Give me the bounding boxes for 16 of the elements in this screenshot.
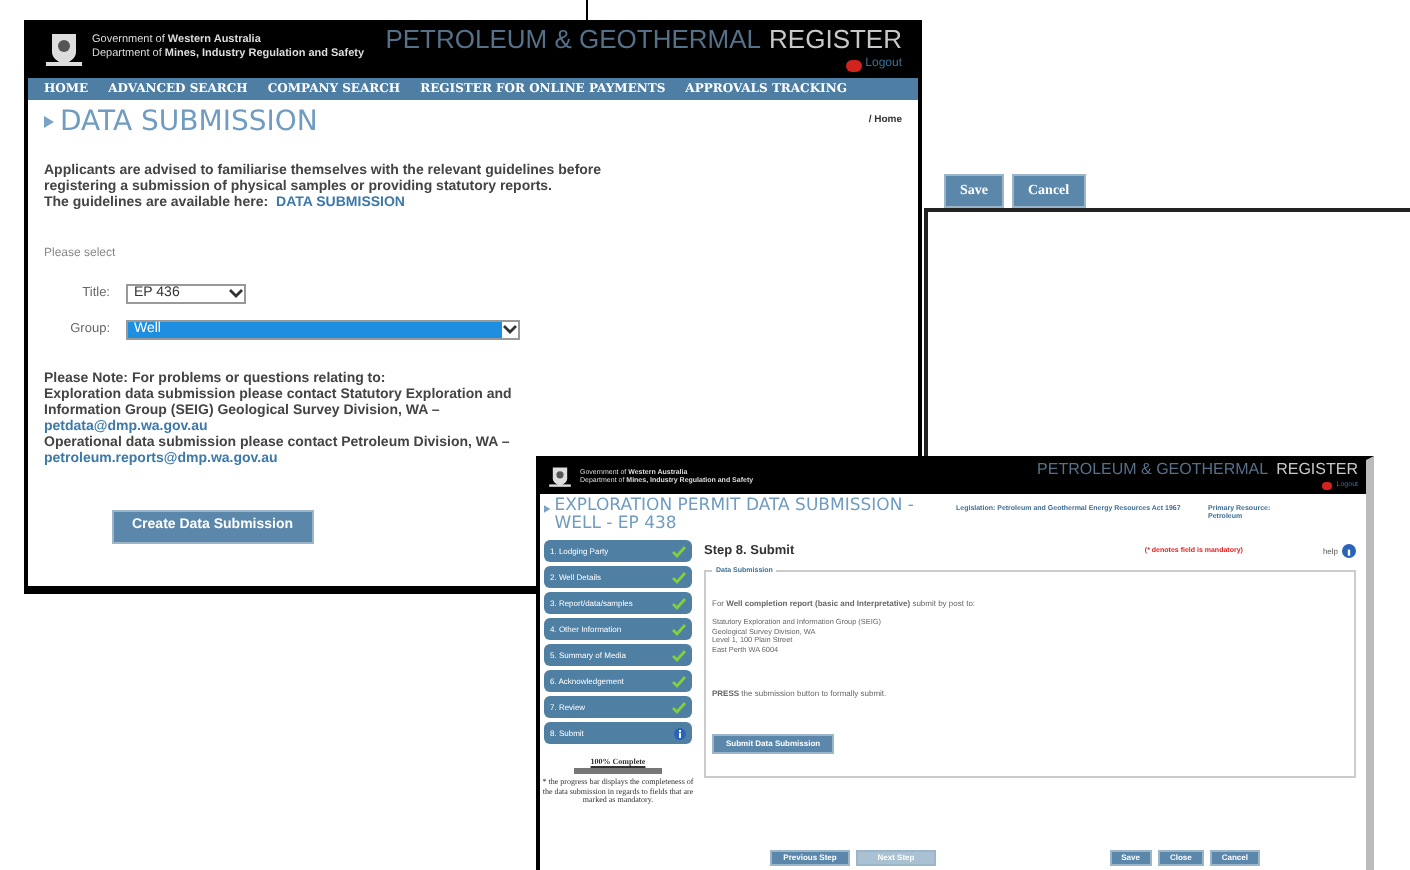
- help-icon: [1342, 544, 1356, 558]
- chevron-icon: [44, 116, 54, 128]
- page-title: EXPLORATION PERMIT DATA SUBMISSION - WELL - EP 438: [554, 498, 916, 534]
- register-title: PETROLEUM & GEOTHERMAL: [1037, 460, 1269, 480]
- register-title: PETROLEUM & GEOTHERMAL: [385, 24, 762, 56]
- crest-logo-icon: [44, 28, 84, 68]
- dropdown-caret-icon: [502, 324, 518, 336]
- page-title: DATA SUBMISSION: [60, 106, 318, 138]
- info-icon: [674, 727, 686, 739]
- crest-logo-icon: [548, 464, 572, 488]
- dropdown-caret-icon: [228, 288, 244, 300]
- register-word: REGISTER: [1276, 460, 1358, 480]
- notification-icon: [845, 59, 862, 71]
- chevron-icon: [544, 504, 551, 514]
- register-word: REGISTER: [769, 24, 902, 56]
- notification-icon: [1322, 481, 1333, 490]
